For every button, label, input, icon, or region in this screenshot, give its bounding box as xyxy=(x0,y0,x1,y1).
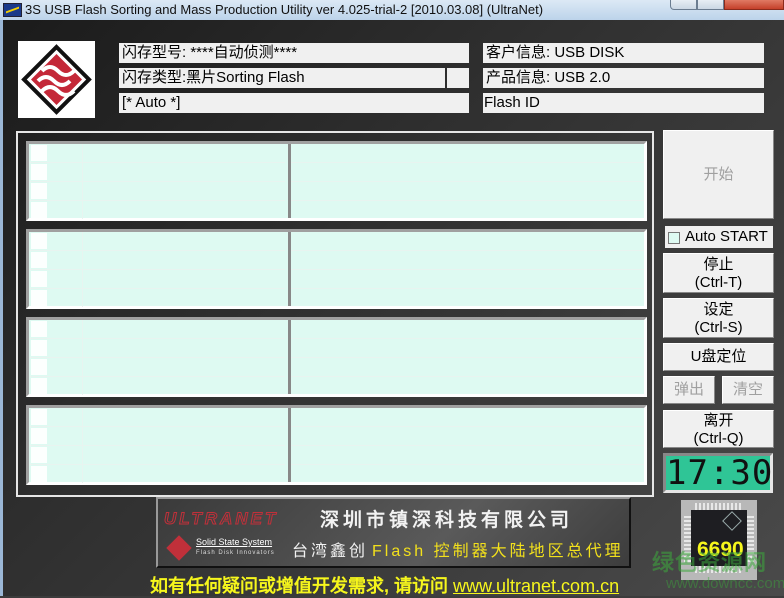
device-slot[interactable] xyxy=(26,405,647,485)
port-indicator xyxy=(31,359,47,375)
settings-label: 设定 xyxy=(703,301,734,318)
auto-start-label: Auto START xyxy=(685,228,768,245)
exit-label: 离开 xyxy=(703,412,734,429)
port-indicator xyxy=(31,340,47,356)
stop-button[interactable]: 停止 (Ctrl-T) xyxy=(663,253,774,293)
window-border xyxy=(0,20,3,596)
checkbox-icon[interactable] xyxy=(668,232,680,244)
sss-tagline: Flash Disk Innovators xyxy=(196,550,275,556)
device-slots xyxy=(16,131,654,497)
close-button[interactable] xyxy=(724,0,784,10)
port-indicator xyxy=(31,409,47,425)
watermark: 绿色资源网 xyxy=(652,550,768,575)
app-icon[interactable] xyxy=(3,3,22,17)
port-indicator xyxy=(31,252,47,268)
footer-text: 如有任何疑问或增值开发需求, 请访问 xyxy=(150,576,454,596)
port-indicator xyxy=(31,290,47,306)
ultranet-brand: ULTRANET xyxy=(163,509,279,529)
slot-status-pane xyxy=(29,144,291,219)
agent-prefix: 台湾鑫创 xyxy=(292,543,369,560)
exit-button[interactable]: 离开 (Ctrl-Q) xyxy=(663,410,774,448)
window-controls xyxy=(670,0,784,10)
sss-name: Solid State System xyxy=(196,537,273,547)
auto-start-checkbox[interactable]: Auto START xyxy=(665,226,773,248)
device-slot[interactable] xyxy=(26,141,647,221)
mode-field: [* Auto *] xyxy=(119,93,469,113)
window-title: 3S USB Flash Sorting and Mass Production… xyxy=(25,2,544,17)
website-link[interactable]: www.ultranet.com.cn xyxy=(453,576,619,596)
3s-logo xyxy=(18,41,95,118)
port-indicator xyxy=(31,447,47,463)
title-bar: 3S USB Flash Sorting and Mass Production… xyxy=(0,0,784,20)
slot-detail-pane xyxy=(291,144,644,218)
slot-status-pane xyxy=(29,408,291,483)
flash-type-field: 闪存类型:黑片Sorting Flash xyxy=(119,68,445,88)
stop-label: 停止 xyxy=(703,256,734,273)
stop-shortcut: (Ctrl-T) xyxy=(694,274,743,291)
exit-shortcut: (Ctrl-Q) xyxy=(693,430,744,447)
slot-detail-pane xyxy=(291,232,644,306)
port-indicator xyxy=(31,271,47,287)
clock-display: 17:30 xyxy=(663,453,773,493)
locate-usb-button[interactable]: U盘定位 xyxy=(663,343,774,371)
company-name: 深圳市镇深科技有限公司 xyxy=(320,510,574,531)
footer-message: 如有任何疑问或增值开发需求, 请访问 www.ultranet.com.cn xyxy=(150,572,619,598)
slot-status-pane xyxy=(29,320,291,395)
start-button[interactable]: 开始 xyxy=(663,130,774,219)
port-indicator xyxy=(31,378,47,394)
port-indicator xyxy=(31,233,47,249)
product-info-field: 产品信息: USB 2.0 xyxy=(483,68,764,88)
sss-logo-icon xyxy=(166,535,192,561)
port-indicator xyxy=(31,183,47,199)
device-slot[interactable] xyxy=(26,229,647,309)
clear-button[interactable]: 清空 xyxy=(722,376,774,404)
minimize-button[interactable] xyxy=(670,0,697,10)
customer-info-field: 客户信息: USB DISK xyxy=(483,43,764,63)
port-indicator xyxy=(31,202,47,218)
port-indicator xyxy=(31,466,47,482)
3s-diamond-icon xyxy=(21,44,92,115)
flash-type-extra xyxy=(447,68,469,88)
settings-shortcut: (Ctrl-S) xyxy=(694,319,743,336)
eject-button[interactable]: 弹出 xyxy=(663,376,715,404)
port-indicator xyxy=(31,145,47,161)
flash-id-field: Flash ID xyxy=(483,93,764,113)
slot-detail-pane xyxy=(291,320,644,394)
device-slot[interactable] xyxy=(26,317,647,397)
flash-model-field: 闪存型号: ****自动侦测**** xyxy=(119,43,469,63)
port-indicator xyxy=(31,164,47,180)
port-indicator xyxy=(31,428,47,444)
maximize-button[interactable] xyxy=(697,0,724,10)
slot-status-pane xyxy=(29,232,291,307)
watermark-url: www.downcc.com xyxy=(666,575,784,592)
slot-detail-pane xyxy=(291,408,644,482)
ultranet-banner: ULTRANET 深圳市镇深科技有限公司 Solid State System … xyxy=(156,497,631,568)
settings-button[interactable]: 设定 (Ctrl-S) xyxy=(663,298,774,338)
agent-suffix: Flash 控制器大陆地区总代理 xyxy=(372,543,624,560)
port-indicator xyxy=(31,321,47,337)
